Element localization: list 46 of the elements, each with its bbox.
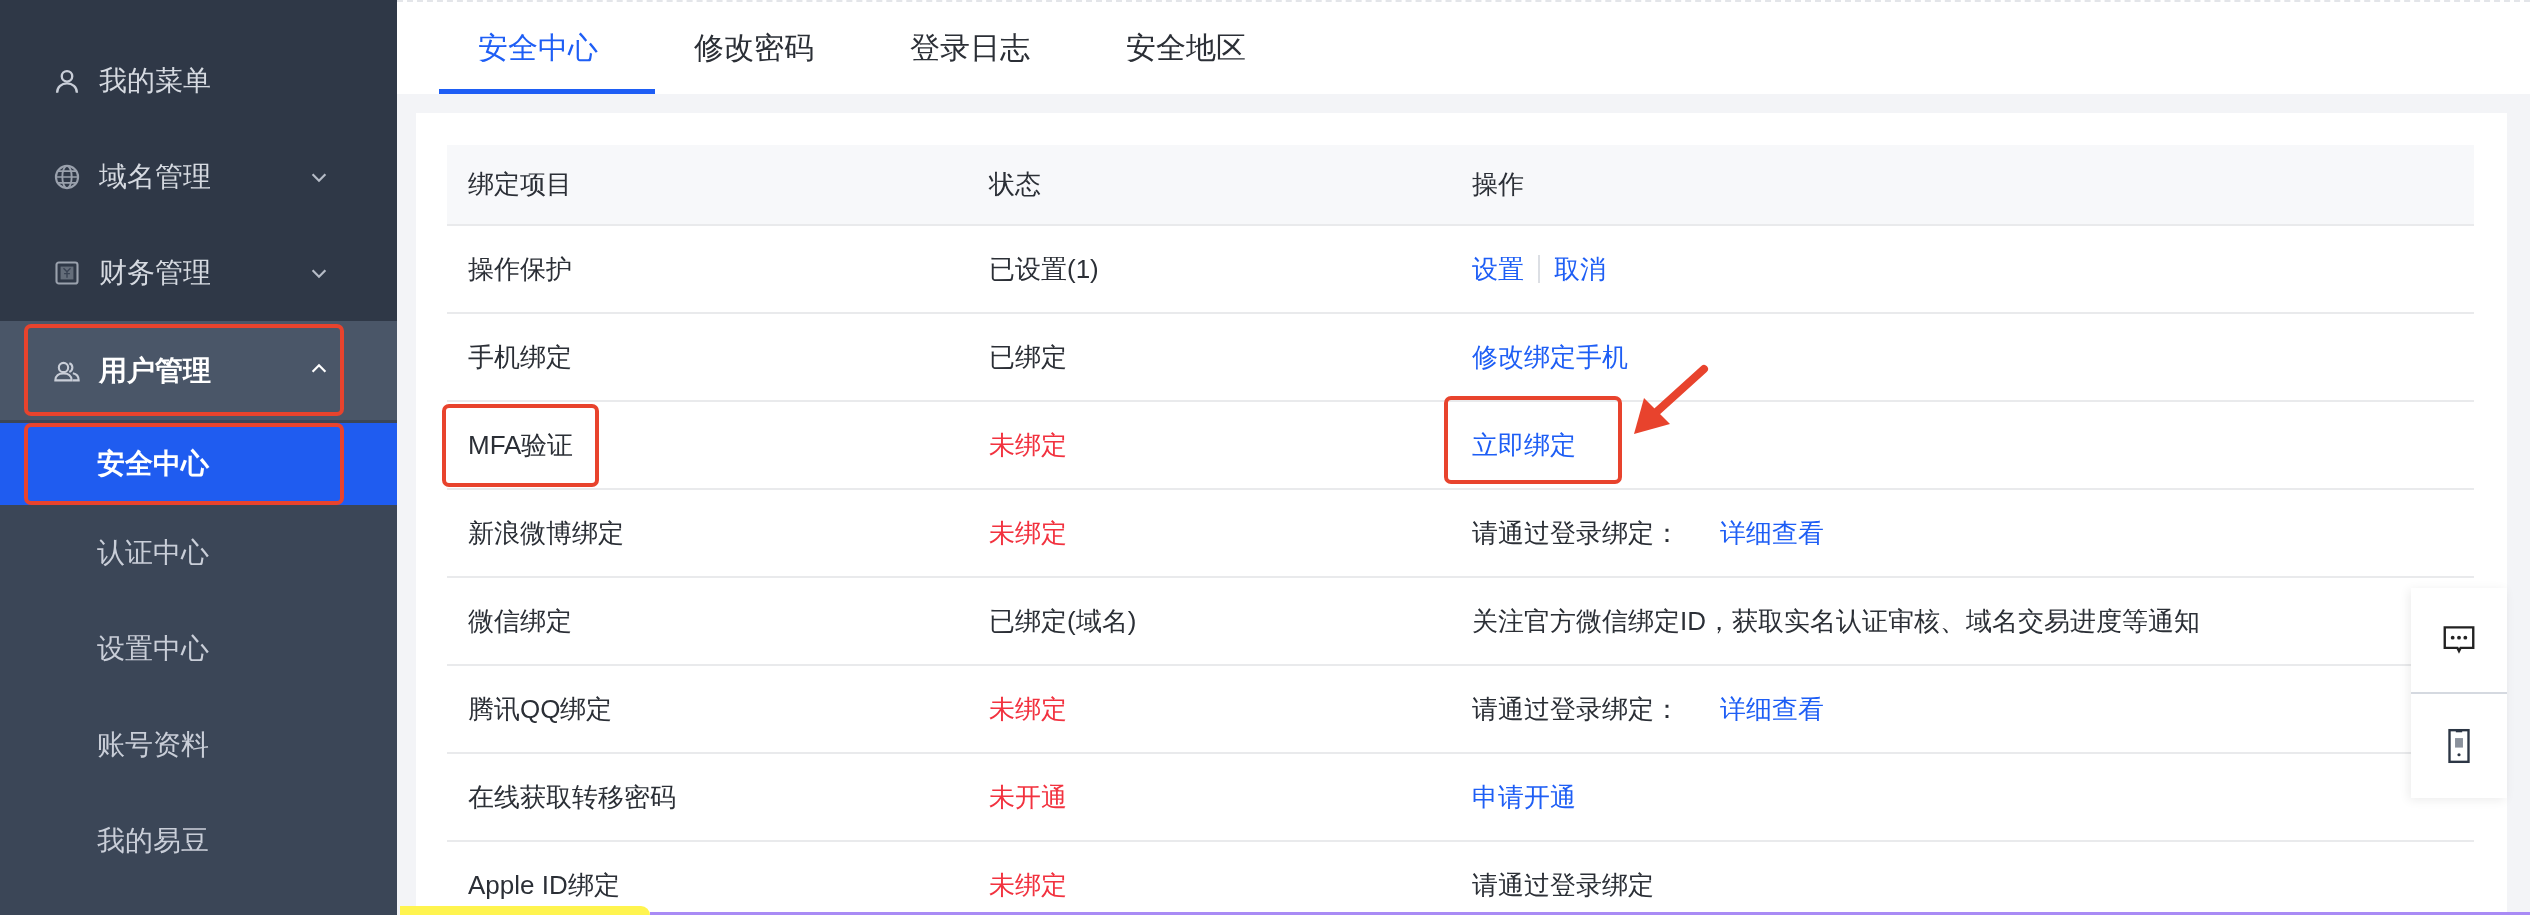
action-link[interactable]: 申请开通 xyxy=(1472,779,1576,815)
status-text: 已绑定(域名) xyxy=(989,604,1137,638)
column-header: 操作 xyxy=(1472,168,1524,201)
status-text: 未绑定 xyxy=(989,868,1067,902)
status-text: 未绑定 xyxy=(989,692,1067,726)
action-link[interactable]: 取消 xyxy=(1554,251,1606,287)
action-link[interactable]: 详细查看 xyxy=(1720,515,1824,551)
status-text: 未开通 xyxy=(989,780,1067,814)
sidebar-item[interactable]: 我的菜单 xyxy=(0,33,397,129)
action-link[interactable]: 修改绑定手机 xyxy=(1472,339,1628,375)
status-text: 已绑定 xyxy=(989,340,1067,374)
table-cell-text: 新浪微博绑定 xyxy=(468,516,624,550)
submenu-item[interactable]: 安全中心 xyxy=(0,423,397,505)
column-header: 绑定项目 xyxy=(468,168,572,201)
sidebar-item[interactable]: 财务管理 xyxy=(0,225,397,321)
table-cell-text: MFA验证 xyxy=(468,428,574,462)
table-cell-text: 手机绑定 xyxy=(468,340,572,374)
tab[interactable]: 安全中心 xyxy=(439,2,655,94)
hint-text: 请通过登录绑定 xyxy=(1472,868,1654,902)
globe-icon xyxy=(53,163,81,191)
hint-text: 请通过登录绑定： xyxy=(1472,516,1680,550)
sidebar-item[interactable]: 用户管理 xyxy=(0,321,397,420)
submenu-item[interactable]: 我的易豆 xyxy=(0,793,397,889)
column-header: 状态 xyxy=(989,168,1041,201)
action-link[interactable]: 设置 xyxy=(1472,251,1524,287)
tab[interactable]: 修改密码 xyxy=(655,2,871,94)
sidebar-item[interactable]: 域名管理 xyxy=(0,129,397,225)
user-icon xyxy=(53,67,81,95)
hint-text: 关注官方微信绑定ID，获取实名认证审核、域名交易进度等通知 xyxy=(1472,604,2200,638)
status-text: 未绑定 xyxy=(989,516,1067,550)
action-link[interactable]: 详细查看 xyxy=(1720,691,1824,727)
tab[interactable]: 登录日志 xyxy=(871,2,1087,94)
table-cell-text: 操作保护 xyxy=(468,252,572,286)
submenu-item[interactable]: 账号资料 xyxy=(0,697,397,793)
tab[interactable]: 安全地区 xyxy=(1087,2,1303,94)
status-text: 已设置(1) xyxy=(989,252,1099,286)
action-link[interactable]: 立即绑定 xyxy=(1472,427,1576,463)
table-cell-text: 腾讯QQ绑定 xyxy=(468,692,613,726)
ledger-icon xyxy=(53,259,81,287)
table-cell-text: 在线获取转移密码 xyxy=(468,780,676,814)
hint-text: 请通过登录绑定： xyxy=(1472,692,1680,726)
table-cell-text: Apple ID绑定 xyxy=(468,868,620,902)
table-cell-text: 微信绑定 xyxy=(468,604,572,638)
submenu-item[interactable]: 设置中心 xyxy=(0,601,397,697)
submenu-item[interactable]: 认证中心 xyxy=(0,505,397,601)
status-text: 未绑定 xyxy=(989,428,1067,462)
